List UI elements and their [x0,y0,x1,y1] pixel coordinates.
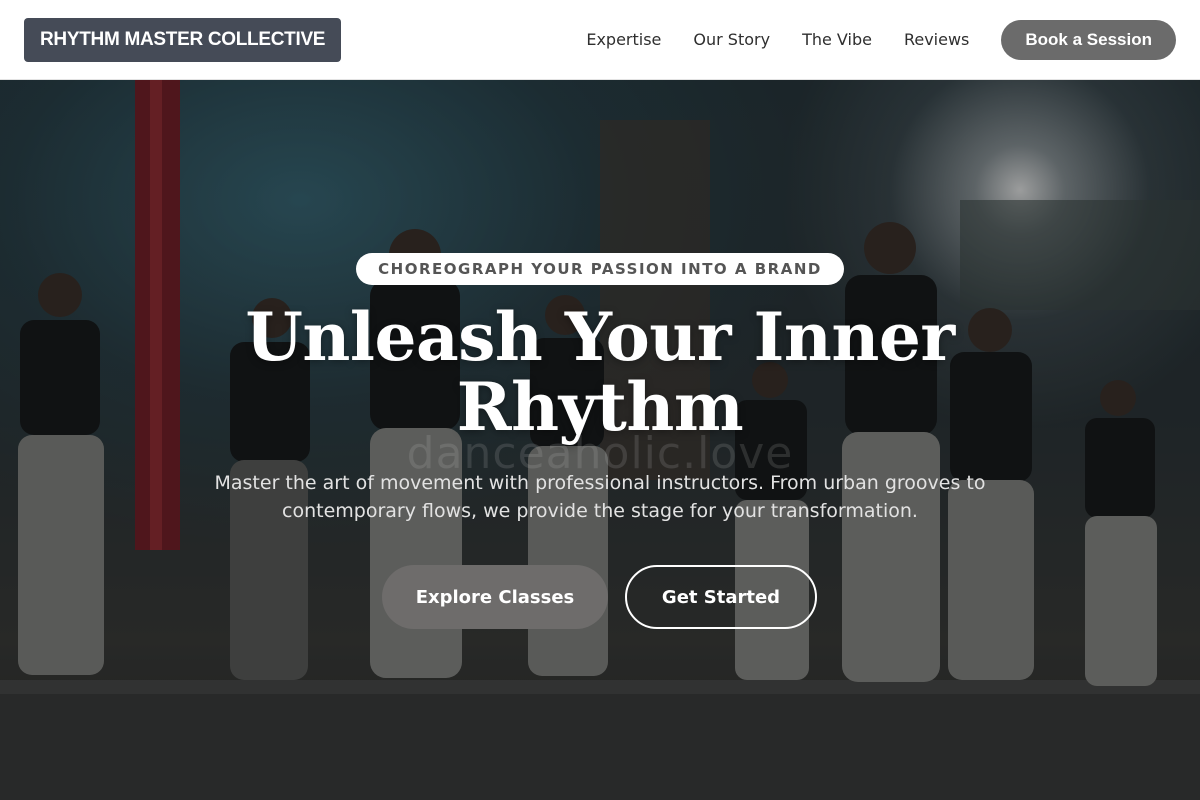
brand-logo[interactable]: RHYTHM MASTER COLLECTIVE [24,17,342,62]
nav-link-our-story[interactable]: Our Story [693,30,770,49]
hero-eyebrow-badge: CHOREOGRAPH YOUR PASSION INTO A BRAND [356,253,844,285]
hero-content: CHOREOGRAPH YOUR PASSION INTO A BRAND Un… [0,80,1200,800]
site-header: RHYTHM MASTER COLLECTIVE Expertise Our S… [0,0,1200,80]
nav-link-reviews[interactable]: Reviews [904,30,969,49]
nav-link-expertise[interactable]: Expertise [586,30,661,49]
explore-classes-button[interactable]: Explore Classes [382,565,608,629]
book-session-button[interactable]: Book a Session [1001,19,1176,60]
hero-subtitle: Master the art of movement with professi… [214,472,986,522]
nav-link-the-vibe[interactable]: The Vibe [802,30,872,49]
hero-title: Unleash Your Inner Rhythm [245,298,955,446]
main-nav: Expertise Our Story The Vibe Reviews Boo… [586,19,1176,60]
get-started-button[interactable]: Get Started [625,565,817,629]
hero-section: CHOREOGRAPH YOUR PASSION INTO A BRAND Un… [0,80,1200,800]
